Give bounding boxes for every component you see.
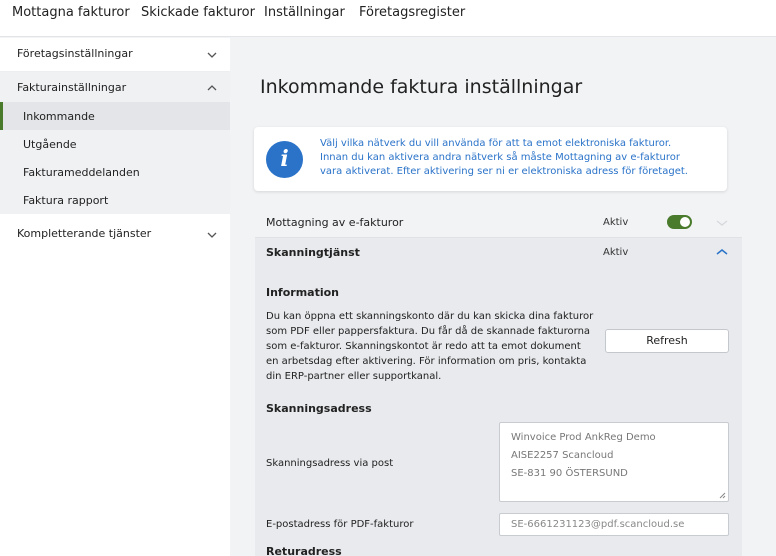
address-line: SE-831 90 ÖSTERSUND [511, 468, 628, 479]
info-icon: i [266, 141, 303, 178]
email-label: E-postadress för PDF-fakturor [266, 519, 414, 530]
sidebar-subitem-label: Fakturameddelanden [23, 166, 140, 179]
skanning-panel: Skanningtjänst Aktiv Information Du kan … [255, 238, 742, 556]
chevron-down-icon[interactable] [715, 217, 729, 229]
chevron-up-icon[interactable] [715, 246, 729, 258]
info-line: Innan du kan aktivera andra nätverk så m… [320, 152, 680, 163]
chevron-down-icon [207, 52, 217, 58]
information-title: Information [266, 286, 339, 299]
top-navigation: Mottagna fakturor Skickade fakturor Inst… [0, 0, 776, 37]
skanningsadress-title: Skanningsadress [266, 402, 372, 415]
post-address-textarea[interactable]: Winvoice Prod AnkReg Demo AISE2257 Scanc… [499, 422, 729, 502]
post-address-label: Skanningsadress via post [266, 458, 394, 469]
info-line: vara aktiverat. Efter aktivering ser ni … [320, 166, 688, 177]
sidebar-subitem-label: Utgående [23, 138, 77, 151]
mottagning-status: Aktiv [603, 217, 629, 228]
information-paragraph: Du kan öppna ett skanningskonto där du k… [266, 309, 596, 384]
paragraph-line: som e-fakturor. Skanningskontot är redo … [266, 341, 581, 352]
mottagning-label: Mottagning av e-fakturor [266, 216, 404, 229]
sidebar-subitem-inkommande[interactable]: Inkommande [0, 102, 230, 130]
paragraph-line: din ERP-partner eller supportkanal. [266, 371, 442, 382]
sidebar-item-label: Företagsinställningar [17, 47, 133, 60]
tab-mottagna-fakturor[interactable]: Mottagna fakturor [12, 5, 130, 20]
info-box: i Välj vilka nätverk du vill använda för… [254, 127, 727, 191]
active-indicator [0, 102, 3, 130]
skanning-status: Aktiv [603, 247, 629, 258]
sidebar-subitem-utgaende[interactable]: Utgående [0, 130, 230, 158]
sidebar-subitem-label: Faktura rapport [23, 194, 109, 207]
address-line: AISE2257 Scancloud [511, 450, 614, 461]
sidebar-item-label: Kompletterande tjänster [17, 227, 152, 240]
sidebar-subitem-faktura-rapport[interactable]: Faktura rapport [0, 186, 230, 214]
mottagning-row[interactable]: Mottagning av e-fakturor Aktiv [255, 209, 742, 238]
mottagning-toggle[interactable] [667, 215, 692, 229]
chevron-up-icon [207, 85, 217, 91]
sidebar-subitem-fakturameddelanden[interactable]: Fakturameddelanden [0, 158, 230, 186]
info-text: Välj vilka nätverk du vill använda för a… [320, 137, 720, 179]
toggle-knob [680, 217, 690, 227]
chevron-down-icon [207, 232, 217, 238]
returadress-title: Returadress [266, 545, 342, 556]
tab-skickade-fakturor[interactable]: Skickade fakturor [141, 5, 255, 20]
tab-installningar[interactable]: Inställningar [264, 5, 345, 20]
tab-foretagsregister[interactable]: Företagsregister [359, 5, 465, 20]
address-line: Winvoice Prod AnkReg Demo [511, 432, 656, 443]
refresh-button[interactable]: Refresh [605, 329, 729, 353]
skanning-label: Skanningtjänst [266, 246, 360, 259]
sidebar: Företagsinställningar Fakturainställning… [0, 38, 230, 556]
sidebar-item-kompletterande-tjanster[interactable]: Kompletterande tjänster [0, 218, 230, 250]
resize-grip-icon[interactable] [719, 492, 726, 499]
info-line: Välj vilka nätverk du vill använda för a… [320, 138, 672, 149]
paragraph-line: Du kan öppna ett skanningskonto där du k… [266, 311, 594, 322]
sidebar-item-label: Fakturainställningar [17, 81, 127, 94]
sidebar-item-fakturainstallningar[interactable]: Fakturainställningar [0, 72, 230, 102]
sidebar-item-foretagsinstallningar[interactable]: Företagsinställningar [0, 38, 230, 70]
page-title: Inkommande faktura inställningar [260, 76, 583, 98]
email-field[interactable]: SE-6661231123@pdf.scancloud.se [499, 513, 729, 536]
sidebar-subitem-label: Inkommande [23, 110, 95, 123]
paragraph-line: som PDF eller pappersfaktura. Du får då … [266, 326, 591, 337]
paragraph-line: en arbetsdag efter aktivering. För infor… [266, 356, 587, 367]
